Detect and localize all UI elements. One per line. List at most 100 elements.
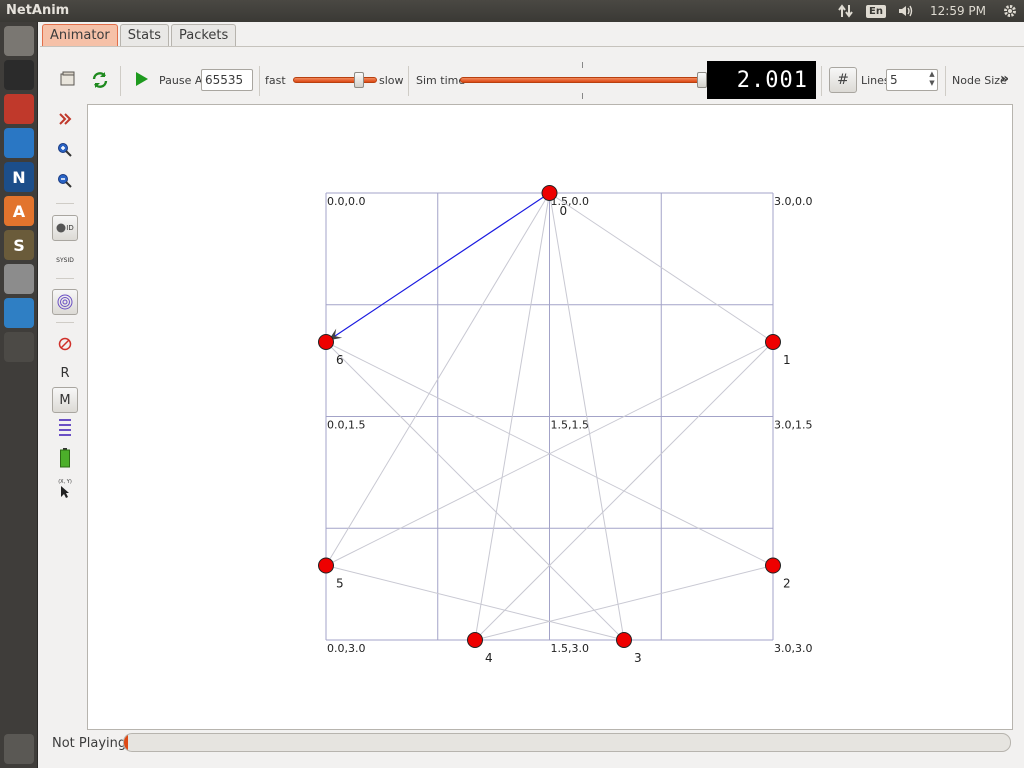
side-separator bbox=[56, 203, 74, 204]
tab-animator[interactable]: Animator bbox=[42, 24, 118, 46]
netanim-icon[interactable]: N bbox=[4, 162, 34, 192]
node-4 bbox=[467, 632, 483, 648]
node-3 bbox=[616, 632, 632, 648]
lang-badge: En bbox=[866, 4, 886, 18]
sim-time-label: Sim time bbox=[416, 74, 466, 87]
sim-time-slider[interactable] bbox=[460, 77, 702, 83]
toolbar-separator bbox=[120, 66, 121, 96]
node-1 bbox=[765, 334, 781, 350]
sim-time-tick bbox=[582, 62, 583, 68]
tab-packets[interactable]: Packets bbox=[170, 24, 237, 46]
status-bar: Not Playing bbox=[40, 730, 1024, 768]
chromium-icon[interactable] bbox=[4, 298, 34, 328]
sublime-icon[interactable]: S bbox=[4, 230, 34, 260]
grid-coordinate-label: 0.0,3.0 bbox=[327, 642, 365, 655]
grid-coordinate-label: 3.0,1.5 bbox=[774, 419, 812, 432]
grid-coordinate-label: 3.0,0.0 bbox=[774, 195, 812, 208]
slow-label: slow bbox=[379, 74, 404, 87]
zoom-out-icon[interactable] bbox=[52, 168, 78, 194]
node-label-5: 5 bbox=[336, 577, 344, 591]
progress-bar bbox=[123, 733, 1011, 752]
workspace-switcher-icon[interactable] bbox=[4, 332, 34, 362]
topology-view[interactable]: 0.0,0.0 1.5,0.0 3.0,0.00.0,1.5 1.5,1.5 3.0,1… bbox=[88, 105, 1014, 731]
node-label-4: 4 bbox=[485, 651, 493, 665]
clock[interactable]: 12:59 PM bbox=[920, 0, 996, 22]
packet-list-icon[interactable] bbox=[52, 414, 78, 440]
grid-coordinate-label: 0.0,0.0 bbox=[327, 195, 365, 208]
system-tray: En 12:59 PM bbox=[832, 0, 1024, 22]
grid-coordinate-label: 1.5,1.5 bbox=[551, 419, 589, 432]
app-title: NetAnim bbox=[6, 3, 70, 18]
mouse-position-button[interactable]: (X, Y) bbox=[52, 476, 78, 502]
grid-coordinate-label: 0.0,1.5 bbox=[327, 419, 365, 432]
volume-icon[interactable] bbox=[892, 0, 920, 22]
files-icon[interactable] bbox=[4, 94, 34, 124]
link-line bbox=[325, 565, 625, 641]
node-0 bbox=[541, 185, 558, 201]
lines-spinbox[interactable]: ▲▼ bbox=[886, 69, 938, 91]
speed-slider[interactable] bbox=[293, 77, 377, 83]
launcher: NAS bbox=[0, 22, 38, 768]
sim-time-slider-handle[interactable] bbox=[697, 72, 707, 88]
software-center-icon[interactable]: A bbox=[4, 196, 34, 226]
battery-icon[interactable] bbox=[52, 445, 78, 471]
grid-icon: # bbox=[837, 72, 849, 88]
id-label: ID bbox=[66, 224, 74, 232]
more-tools-icon[interactable]: » bbox=[1000, 71, 1009, 87]
animation-canvas[interactable]: 0.0,0.0 1.5,0.0 3.0,0.0 0.0,1.5 1.5,1.5 3.0,1… bbox=[87, 104, 1013, 730]
pause-at-label: Pause At bbox=[159, 74, 207, 87]
play-icon[interactable] bbox=[135, 71, 149, 87]
m-button[interactable]: M bbox=[52, 387, 78, 413]
system-settings-icon[interactable] bbox=[4, 264, 34, 294]
toolbar-separator bbox=[259, 66, 260, 96]
tab-stats[interactable]: Stats bbox=[119, 24, 169, 46]
network-icon[interactable] bbox=[832, 0, 860, 22]
expand-chevron-icon[interactable] bbox=[52, 106, 78, 132]
toolbar-separator bbox=[408, 66, 409, 96]
node-6 bbox=[318, 334, 334, 350]
top-panel: NetAnim En 12:59 PM bbox=[0, 0, 1024, 22]
side-separator bbox=[56, 322, 74, 323]
node-label-6: 6 bbox=[336, 353, 344, 367]
pause-at-input[interactable] bbox=[201, 69, 253, 91]
dash-home-icon[interactable] bbox=[4, 26, 34, 56]
cursor-icon bbox=[61, 486, 69, 498]
node-5 bbox=[318, 557, 334, 574]
tab-divider bbox=[40, 46, 1024, 47]
sim-time-tick bbox=[582, 93, 583, 99]
show-sysid-button[interactable]: SYSID bbox=[52, 247, 78, 273]
r-button[interactable]: R bbox=[52, 360, 78, 386]
grid-coordinate-label: 3.0,3.0 bbox=[774, 642, 812, 655]
speed-slider-handle[interactable] bbox=[353, 72, 364, 88]
node-label-1: 1 bbox=[783, 353, 791, 367]
animator-toolbar: Pause At fast slow Sim time 2.001 # Line… bbox=[40, 56, 1024, 104]
link-line bbox=[474, 565, 774, 641]
trash-icon[interactable] bbox=[4, 734, 34, 764]
side-toolbar: ID SYSID R M (X, Y) bbox=[48, 104, 82, 524]
node-label-3: 3 bbox=[634, 651, 642, 665]
node-label-2: 2 bbox=[783, 577, 791, 591]
node-size-label: Node Size bbox=[952, 74, 1007, 87]
writer-icon[interactable] bbox=[4, 128, 34, 158]
link-line bbox=[474, 341, 774, 641]
show-grid-button[interactable]: # bbox=[829, 67, 857, 93]
keyboard-layout-indicator[interactable]: En bbox=[860, 0, 892, 22]
sysid-label: SYSID bbox=[56, 256, 74, 264]
side-separator bbox=[56, 278, 74, 279]
main-tabs: Animator Stats Packets bbox=[42, 24, 237, 46]
sim-time-display: 2.001 bbox=[707, 61, 816, 99]
settings-gear-icon[interactable] bbox=[996, 0, 1024, 22]
reload-icon[interactable] bbox=[91, 71, 109, 89]
show-node-id-button[interactable]: ID bbox=[52, 215, 78, 241]
open-file-icon[interactable] bbox=[60, 71, 76, 87]
stop-sign-icon[interactable] bbox=[52, 331, 78, 357]
spin-arrows-icon[interactable]: ▲ ▼ bbox=[927, 70, 937, 88]
node-label-0: 0 bbox=[560, 204, 568, 218]
wireless-circles-icon bbox=[57, 294, 73, 310]
toolbar-separator bbox=[945, 66, 946, 96]
terminal-icon[interactable] bbox=[4, 60, 34, 90]
zoom-in-icon[interactable] bbox=[52, 137, 78, 163]
wireless-circles-button[interactable] bbox=[52, 289, 78, 315]
node-2 bbox=[765, 557, 781, 574]
grid-coordinate-label: 1.5,3.0 bbox=[551, 642, 589, 655]
